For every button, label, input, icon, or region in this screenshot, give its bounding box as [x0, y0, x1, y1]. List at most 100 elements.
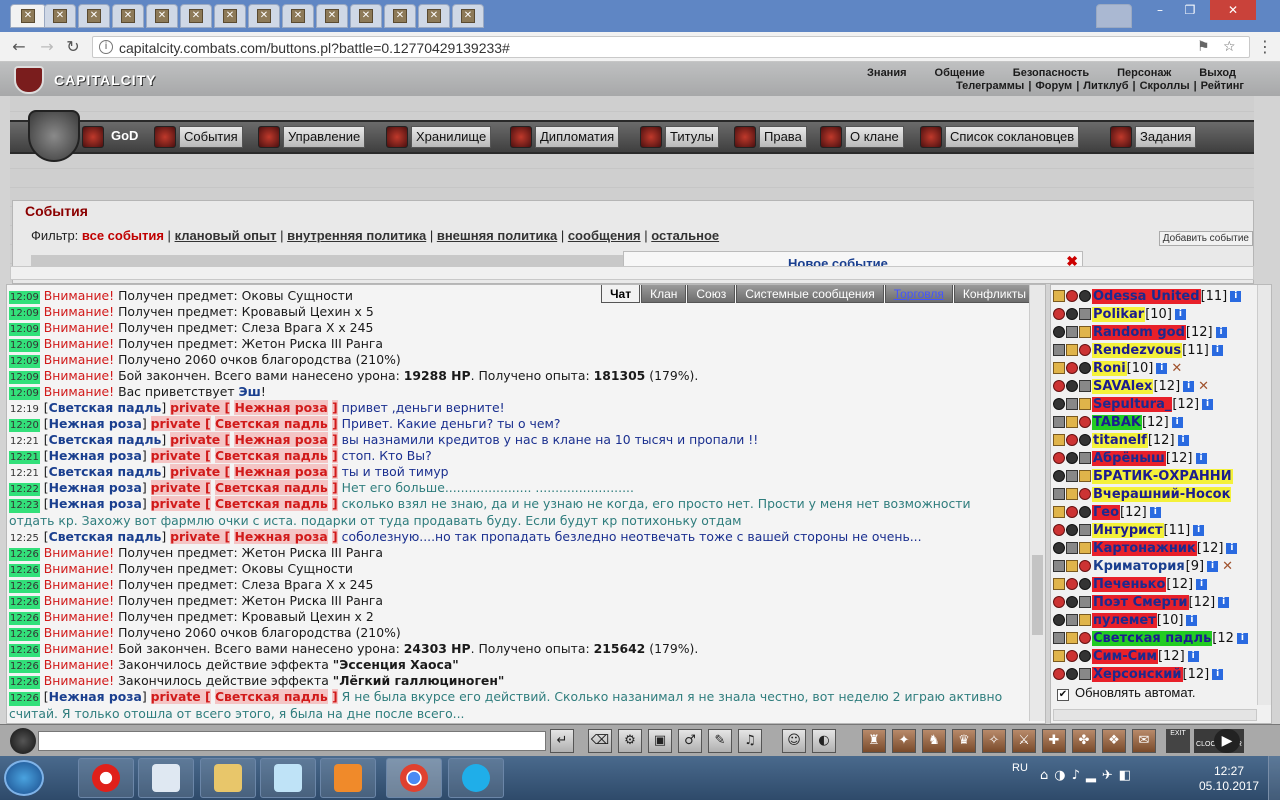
online-user[interactable]: Херсонский [12] i: [1053, 665, 1271, 683]
timestamp[interactable]: 12:22: [9, 483, 40, 496]
user-nickname[interactable]: Криматория: [1092, 559, 1186, 574]
private-message-icon[interactable]: [1053, 578, 1065, 590]
timestamp[interactable]: 12:21: [9, 435, 40, 448]
sender-name[interactable]: Нежная роза: [49, 480, 142, 495]
online-user[interactable]: Random god [12] i: [1053, 323, 1271, 341]
sender-name[interactable]: Нежная роза: [49, 689, 142, 704]
skill-icon-3[interactable]: ♞: [922, 729, 946, 753]
eraser-icon[interactable]: ⌫: [588, 729, 612, 753]
info-icon[interactable]: i: [1186, 614, 1198, 626]
taskbar-chrome[interactable]: [386, 758, 442, 798]
user-nickname[interactable]: Random god: [1092, 324, 1186, 340]
scroll-thumb[interactable]: [1032, 555, 1043, 635]
private-message-icon[interactable]: [1053, 290, 1065, 302]
filter-internal[interactable]: внутренняя политика: [287, 228, 426, 243]
private-recipient[interactable]: private [ Светская падль ]: [150, 480, 338, 495]
timestamp[interactable]: 12:09: [9, 387, 40, 400]
skill-icon-1[interactable]: ♜: [862, 729, 886, 753]
sender-name[interactable]: Светская падль: [49, 464, 162, 479]
forward-icon[interactable]: →: [36, 37, 58, 57]
online-vscrollbar[interactable]: [1257, 285, 1271, 705]
user-nickname[interactable]: Polikar: [1092, 306, 1146, 322]
browser-tab[interactable]: ✕: [78, 4, 110, 28]
online-user[interactable]: Rendezvous [11] i: [1053, 341, 1271, 359]
taskbar-calculator[interactable]: [138, 758, 194, 798]
clan-nav-titles[interactable]: Титулы: [640, 124, 719, 150]
private-recipient[interactable]: private [ Светская падль ]: [150, 689, 338, 704]
save-icon[interactable]: ▣: [648, 729, 672, 753]
user-nickname[interactable]: Rendezvous: [1092, 342, 1183, 358]
online-user[interactable]: БРАТИК-ОХРАННИ: [1053, 467, 1271, 485]
info-icon[interactable]: i: [1212, 668, 1224, 680]
chat-input[interactable]: [38, 731, 546, 751]
timestamp[interactable]: 12:19: [9, 403, 40, 416]
tab-clan[interactable]: Клан: [641, 285, 687, 303]
user-nickname[interactable]: Картонажник: [1092, 540, 1197, 556]
recipient-name[interactable]: Светская падль: [214, 496, 328, 511]
menu-communication[interactable]: Общение: [921, 67, 999, 79]
timestamp[interactable]: 12:26: [9, 660, 40, 673]
sender-name[interactable]: Нежная роза: [49, 448, 142, 463]
tray-icons[interactable]: ⌂◑♪▂✈◧: [1040, 768, 1137, 783]
recipient-name[interactable]: Светская падль: [214, 480, 328, 495]
browser-tab[interactable]: ✕: [214, 4, 246, 28]
menu-exit[interactable]: Выход: [1185, 67, 1250, 79]
user-nickname[interactable]: Сим-Сим: [1092, 648, 1158, 664]
new-tab-button[interactable]: [1096, 4, 1132, 28]
recipient-name[interactable]: Нежная роза: [234, 464, 328, 479]
info-icon[interactable]: i: [1156, 362, 1168, 374]
user-nickname[interactable]: Гео: [1092, 504, 1121, 520]
restore-button[interactable]: ❐: [1176, 0, 1204, 20]
browser-tab[interactable]: ✕: [146, 4, 178, 28]
online-user[interactable]: пулемет [10] i: [1053, 611, 1271, 629]
online-user[interactable]: Odessa United [11] i: [1053, 287, 1271, 305]
timestamp[interactable]: 12:09: [9, 355, 40, 368]
minimize-button[interactable]: –: [1146, 0, 1174, 20]
private-message-icon[interactable]: [1053, 326, 1065, 338]
menu-litclub[interactable]: Литклуб: [1083, 80, 1128, 92]
start-button[interactable]: [4, 760, 44, 796]
show-desktop-button[interactable]: [1268, 756, 1280, 800]
clan-nav-about[interactable]: О клане: [820, 124, 904, 150]
timestamp[interactable]: 12:21: [9, 451, 40, 464]
menu-forum[interactable]: Форум: [1035, 80, 1072, 92]
browser-tab[interactable]: ✕: [10, 4, 46, 28]
sender-name[interactable]: Светская падль: [49, 432, 162, 447]
tab-union[interactable]: Союз: [687, 285, 736, 303]
menu-character[interactable]: Персонаж: [1103, 67, 1185, 79]
recipient-name[interactable]: Нежная роза: [234, 400, 328, 415]
user-nickname[interactable]: Поэт Смерти: [1092, 594, 1189, 610]
private-message-icon[interactable]: [1053, 614, 1065, 626]
private-message-icon[interactable]: [1053, 380, 1065, 392]
browser-tab[interactable]: ✕: [112, 4, 144, 28]
recipient-name[interactable]: Светская падль: [214, 448, 328, 463]
timestamp[interactable]: 12:09: [9, 371, 40, 384]
browser-tab[interactable]: ✕: [282, 4, 314, 28]
info-icon[interactable]: i: [1187, 650, 1199, 662]
timestamp[interactable]: 12:26: [9, 676, 40, 689]
add-icon[interactable]: ✚: [1042, 729, 1066, 753]
timestamp[interactable]: 12:09: [9, 291, 40, 304]
smiley-icon[interactable]: ☺: [782, 729, 806, 753]
timestamp[interactable]: 12:26: [9, 596, 40, 609]
recipient-name[interactable]: Нежная роза: [234, 529, 328, 544]
reload-icon[interactable]: ↻: [62, 37, 84, 57]
timestamp[interactable]: 12:23: [9, 499, 40, 513]
sender-name[interactable]: Нежная роза: [49, 496, 142, 511]
private-recipient[interactable]: private [ Нежная роза ]: [170, 432, 338, 447]
skill-icon-9[interactable]: ✉: [1132, 729, 1156, 753]
taskbar-media[interactable]: [320, 758, 376, 798]
language-indicator[interactable]: RU: [1012, 762, 1028, 774]
user-nickname[interactable]: Абрёныш: [1092, 450, 1166, 466]
online-hscrollbar[interactable]: [1053, 709, 1257, 721]
user-nickname[interactable]: Вчерашний-Носок: [1092, 486, 1232, 502]
info-icon[interactable]: i: [1149, 506, 1161, 518]
timestamp[interactable]: 12:26: [9, 564, 40, 577]
helmet-icon[interactable]: ◐: [812, 729, 836, 753]
private-message-icon[interactable]: [1053, 524, 1065, 536]
timestamp[interactable]: 12:26: [9, 548, 40, 561]
menu-telegrams[interactable]: Телеграммы: [956, 80, 1024, 92]
user-nickname[interactable]: Sepultura_: [1092, 396, 1173, 412]
online-user[interactable]: titanelf [12] i: [1053, 431, 1271, 449]
menu-security[interactable]: Безопасность: [999, 67, 1103, 79]
